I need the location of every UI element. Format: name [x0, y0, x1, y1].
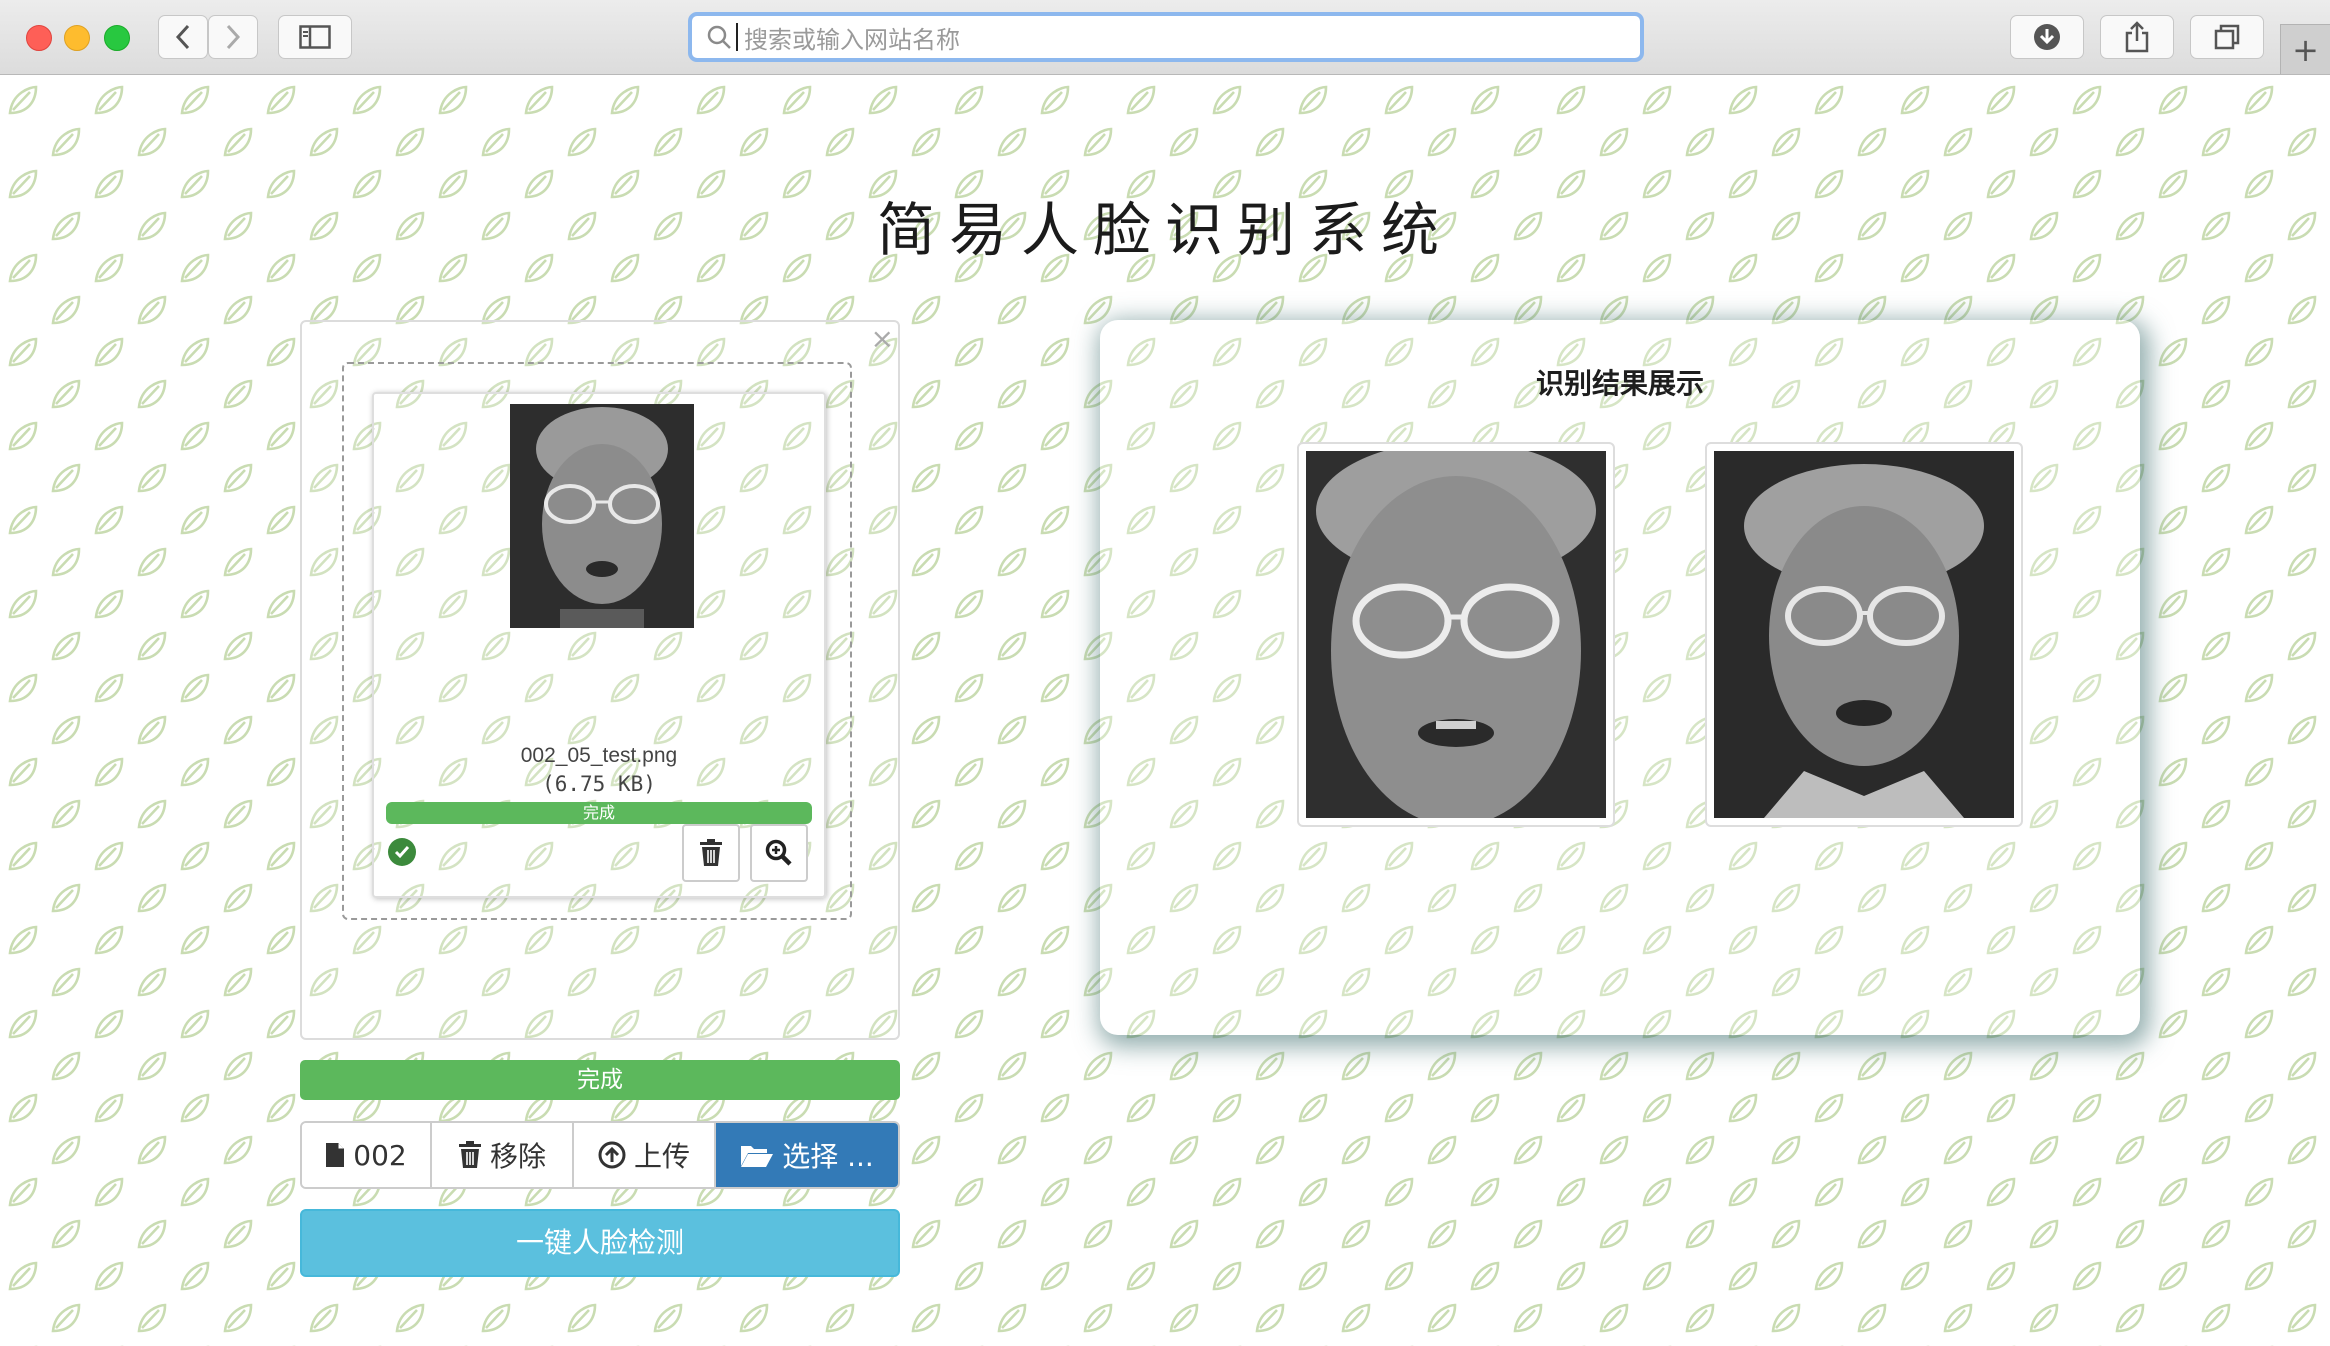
tabs-icon [2214, 24, 2240, 50]
tabs-overview-button[interactable] [2190, 15, 2264, 59]
upload-label: 上传 [633, 1140, 690, 1173]
file-progress-bar: 完成 [386, 802, 812, 824]
minimize-window-button[interactable] [64, 25, 90, 51]
result-panel: 识别结果展示 [1100, 320, 2140, 1035]
chevron-right-icon [226, 24, 241, 50]
page-body: 简易人脸识别系统 × 002_05_test.png (6.75 KB) 完成 … [0, 75, 2330, 1346]
upload-circle-icon [598, 1141, 626, 1169]
search-icon [707, 25, 731, 49]
result-image-frame [1297, 442, 1615, 827]
text-caret [736, 23, 738, 51]
trash-icon [458, 1141, 481, 1168]
new-tab-button[interactable]: + [2280, 24, 2330, 74]
file-preview-card: 002_05_test.png (6.75 KB) 完成 [372, 392, 826, 898]
browser-toolbar: 搜索或输入网站名称 + [0, 0, 2330, 75]
zoom-in-icon [765, 839, 792, 866]
trash-icon [700, 839, 722, 866]
file-size: (6.75 KB) [542, 772, 656, 796]
choose-label: 选择 ... [782, 1140, 874, 1173]
file-caption-text: 002 [353, 1138, 407, 1172]
file-upload-preview: × 002_05_test.png (6.75 KB) 完成 [300, 320, 900, 1040]
file-icon [326, 1143, 345, 1167]
page-title: 简易人脸识别系统 [876, 196, 1453, 264]
forward-button[interactable] [208, 15, 258, 59]
matched-face-image [1714, 451, 2014, 818]
close-icon[interactable]: × [871, 322, 894, 355]
address-bar[interactable]: 搜索或输入网站名称 [688, 12, 1644, 62]
downloads-button[interactable] [2010, 15, 2084, 59]
drop-zone[interactable]: 002_05_test.png (6.75 KB) 完成 [342, 362, 852, 920]
file-input-group: 002 移除 上传 选择 ... [300, 1121, 900, 1189]
zoom-window-button[interactable] [104, 25, 130, 51]
check-circle-icon [388, 838, 416, 866]
share-button[interactable] [2100, 15, 2174, 59]
close-window-button[interactable] [26, 25, 52, 51]
back-button[interactable] [158, 15, 208, 59]
file-name: 002_05_test.png [520, 744, 678, 767]
delete-file-button[interactable] [682, 824, 740, 882]
chevron-left-icon [175, 24, 190, 50]
detected-face-image [1306, 451, 1606, 818]
result-image-frame [1705, 442, 2023, 827]
zoom-preview-button[interactable] [750, 824, 808, 882]
address-placeholder: 搜索或输入网站名称 [744, 25, 960, 54]
face-thumbnail-image [510, 404, 694, 628]
download-icon [2034, 24, 2060, 50]
plus-icon: + [2292, 30, 2319, 69]
sidebar-icon [299, 25, 331, 49]
detect-faces-button[interactable]: 一键人脸检测 [300, 1209, 900, 1277]
overall-progress-bar: 完成 [300, 1060, 900, 1100]
sidebar-toggle-button[interactable] [278, 15, 352, 59]
result-title: 识别结果展示 [1535, 367, 1704, 400]
choose-file-button[interactable]: 选择 ... [716, 1123, 898, 1187]
upload-button[interactable]: 上传 [574, 1123, 716, 1187]
share-icon [2125, 21, 2149, 53]
remove-label: 移除 [489, 1140, 546, 1173]
file-caption[interactable]: 002 [302, 1123, 432, 1187]
remove-button[interactable]: 移除 [432, 1123, 574, 1187]
folder-open-icon [741, 1146, 774, 1167]
